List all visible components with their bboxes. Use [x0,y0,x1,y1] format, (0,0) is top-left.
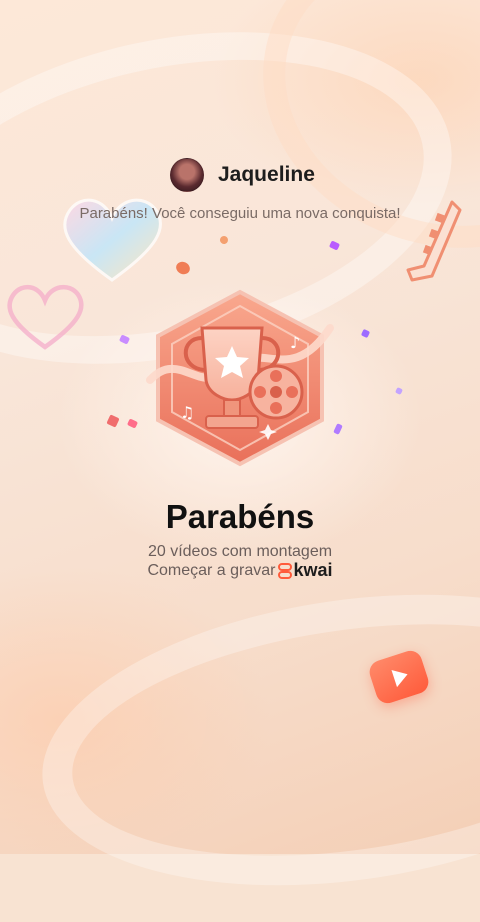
subtitle: Parabéns! Você conseguiu uma nova conqui… [79,205,401,222]
avatar[interactable] [170,158,204,192]
svg-text:♫: ♫ [180,403,194,422]
play-icon [391,665,411,688]
background-swirl [23,558,480,922]
glass-heart-icon [63,198,162,282]
svg-text:♪: ♪ [290,333,300,352]
achievement-title: Parabéns [165,498,315,535]
start-recording-link[interactable]: Começar a gravar kwai [0,560,480,581]
start-recording-label: Começar a gravar [147,561,276,579]
trophy-badge-icon: ♪ ♫ [146,289,334,467]
achievement-description: 20 vídeos com montagem [147,543,333,560]
kwai-logo-icon [277,562,292,579]
glass-heart-icon [7,284,84,350]
kwai-wordmark: kwai [293,560,333,580]
username: Jaqueline [218,163,315,186]
user-header: Jaqueline [170,158,315,192]
kwai-brand: kwai [277,560,333,581]
